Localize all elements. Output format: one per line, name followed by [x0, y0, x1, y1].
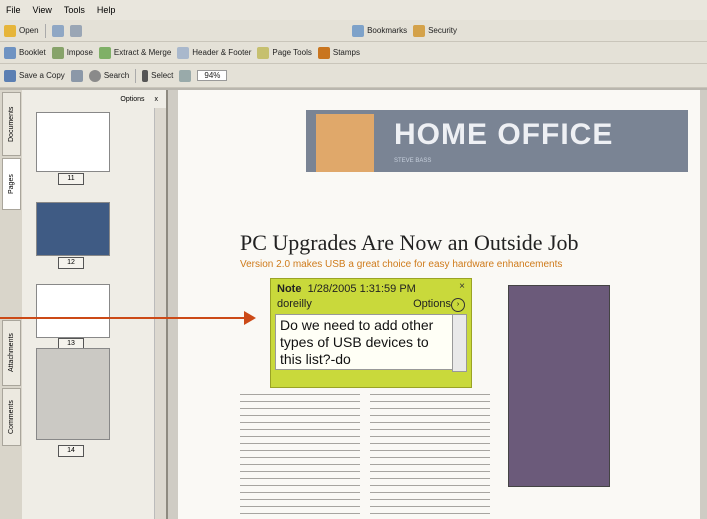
author-photo [316, 114, 374, 172]
separator [135, 68, 137, 83]
note-options-menu[interactable]: Options [413, 298, 451, 310]
navigation-tabs: Documents Pages Attachments Comments [0, 90, 23, 519]
pages-panel-header: Options x [22, 90, 166, 108]
extract-icon [98, 46, 111, 59]
article-illustration [508, 285, 610, 487]
note-header: Note 1/28/2005 1:31:59 PM [277, 283, 416, 295]
extract-merge-button[interactable]: Extract & Merge [98, 46, 171, 59]
menu-file[interactable]: File [6, 5, 21, 15]
close-icon[interactable]: x [155, 96, 159, 103]
zoom-field[interactable]: 94% [197, 70, 228, 81]
cursor-icon [142, 69, 149, 82]
note-author: doreilly [277, 298, 312, 310]
zoom-icon[interactable] [179, 69, 192, 82]
callout-arrow [0, 317, 250, 319]
thumbnail-label: 12 [58, 257, 84, 269]
page-thumbnail[interactable] [36, 348, 110, 440]
search-icon [88, 69, 101, 82]
lock-icon [413, 24, 426, 37]
options-menu[interactable]: Options [120, 96, 144, 103]
thumbnail-label: 14 [58, 445, 84, 457]
booklet-button[interactable]: Booklet [4, 46, 46, 59]
stamp-icon [317, 46, 330, 59]
tab-documents[interactable]: Documents [2, 92, 21, 156]
select-tool-button[interactable]: Select [142, 69, 173, 82]
impose-icon [51, 46, 64, 59]
toolbar-view: Save a Copy Search Select 94% [0, 64, 707, 88]
page-thumbnail[interactable] [36, 202, 110, 256]
save-icon [4, 69, 16, 82]
open-button[interactable]: Open [4, 24, 39, 37]
page-tools-button[interactable]: Page Tools [257, 46, 312, 59]
menu-help[interactable]: Help [97, 5, 116, 15]
document-page: HOME OFFICE STEVE BASS PC Upgrades Are N… [178, 90, 700, 519]
security-button[interactable]: Security [413, 24, 457, 37]
article-text-column [370, 390, 490, 515]
print-icon[interactable] [51, 24, 64, 37]
page-thumbnail[interactable] [36, 112, 110, 172]
banner-title: HOME OFFICE [394, 118, 614, 151]
page-tools-icon [257, 46, 270, 59]
stamps-button[interactable]: Stamps [317, 46, 360, 59]
header-footer-button[interactable]: Header & Footer [177, 46, 251, 59]
comment-note-popup[interactable]: Note 1/28/2005 1:31:59 PM × doreilly Opt… [270, 278, 472, 388]
booklet-icon [4, 46, 16, 59]
banner-author: STEVE BASS [394, 158, 432, 164]
pages-scrollbar[interactable] [154, 108, 166, 519]
search-button[interactable]: Search [88, 69, 129, 82]
print-icon[interactable] [70, 69, 83, 82]
header-icon [177, 46, 190, 59]
folder-icon [4, 24, 16, 37]
chevron-right-icon[interactable]: › [451, 298, 465, 312]
tab-comments[interactable]: Comments [2, 388, 21, 446]
bookmark-icon [352, 24, 365, 37]
email-icon[interactable] [69, 24, 82, 37]
note-scrollbar[interactable] [452, 314, 467, 372]
menu-bar: File View Tools Help [0, 0, 707, 20]
pages-panel: Options x 11 12 13 14 [22, 90, 168, 519]
note-text-field[interactable]: Do we need to add other types of USB dev… [275, 314, 455, 370]
section-banner: HOME OFFICE STEVE BASS [306, 110, 688, 172]
article-subhead: Version 2.0 makes USB a great choice for… [240, 259, 563, 270]
save-copy-button[interactable]: Save a Copy [4, 69, 65, 82]
thumbnail-label: 11 [58, 173, 84, 185]
toolbar-main: Open Bookmarks Security [0, 20, 707, 42]
page-thumbnail[interactable] [36, 284, 110, 338]
article-text-column [240, 390, 360, 515]
arrowhead-icon [244, 311, 256, 325]
article-headline: PC Upgrades Are Now an Outside Job [240, 230, 579, 255]
menu-view[interactable]: View [33, 5, 52, 15]
document-view[interactable]: HOME OFFICE STEVE BASS PC Upgrades Are N… [168, 90, 707, 519]
close-icon[interactable]: × [459, 281, 465, 292]
toolbar-tools: Booklet Impose Extract & Merge Header & … [0, 42, 707, 64]
tab-attachments[interactable]: Attachments [2, 320, 21, 386]
menu-tools[interactable]: Tools [64, 5, 85, 15]
impose-button[interactable]: Impose [51, 46, 93, 59]
separator [44, 23, 46, 38]
tab-pages[interactable]: Pages [2, 158, 21, 210]
bookmarks-button[interactable]: Bookmarks [352, 24, 407, 37]
